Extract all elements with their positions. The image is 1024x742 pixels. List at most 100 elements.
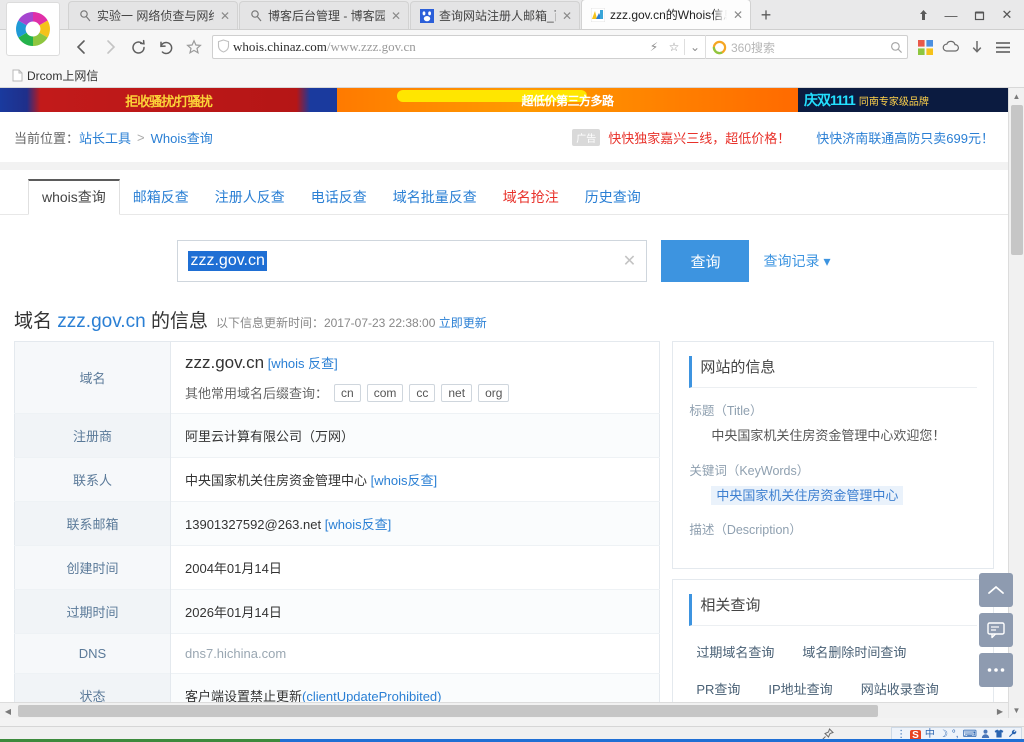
site-info-card: 网站的信息 标题（Title） 中央国家机关住房资金管理中心欢迎您！ 关键词（K… <box>672 341 994 569</box>
whois-reverse-link[interactable]: [whois反查] <box>371 473 437 488</box>
page-tab-history[interactable]: 历史查询 <box>572 181 654 214</box>
breadcrumb-link-whois[interactable]: Whois查询 <box>151 128 213 147</box>
search-icon[interactable] <box>890 41 903 54</box>
chevron-down-icon[interactable]: ⌄ <box>685 40 705 54</box>
scroll-up-arrow[interactable]: ▲ <box>1009 88 1024 104</box>
close-icon[interactable]: ✕ <box>390 9 402 23</box>
page-tab-batch-reverse[interactable]: 域名批量反查 <box>380 181 490 214</box>
tab-strip: 实验一 网络侦查与网络扫 ✕ 博客后台管理 - 博客园 ✕ 查询网站注册人邮 <box>0 0 1024 56</box>
close-icon[interactable]: ✕ <box>732 8 744 22</box>
title-field-value: 中央国家机关住房资金管理中心欢迎您！ <box>711 428 946 443</box>
top-ad-banner[interactable]: 拒收骚扰/打骚扰 超低价第三方多路 庆双1111 同南专家级品牌 <box>0 88 1008 112</box>
close-icon[interactable]: ✕ <box>561 9 573 23</box>
browser-tab-2[interactable]: 博客后台管理 - 博客园 ✕ <box>239 1 409 29</box>
scroll-left-arrow[interactable]: ◀ <box>0 703 16 718</box>
bookmark-item[interactable]: Drcom上网信 <box>8 66 102 85</box>
browser-tab-3[interactable]: 查询网站注册人邮箱_百度 ✕ <box>410 1 580 29</box>
browser-tab-1[interactable]: 实验一 网络侦查与网络扫 ✕ <box>68 1 238 29</box>
close-icon[interactable]: ✕ <box>219 9 231 23</box>
table-row: DNS dns7.hichina.com <box>14 633 660 674</box>
navigation-bar: whois.chinaz.com/www.zzz.gov.cn ⚡ ☆ ⌄ 36… <box>0 30 1024 64</box>
minimize-button[interactable]: — <box>938 2 964 28</box>
browser-tab-4-active[interactable]: zzz.gov.cn的Whois信息 - ✕ <box>581 0 751 29</box>
related-link-delete-time[interactable]: 域名删除时间查询 <box>795 638 913 665</box>
query-submit-button[interactable]: 查询 <box>661 240 750 282</box>
domain-input-value[interactable]: zzz.gov.cn <box>188 251 267 271</box>
ad-center[interactable]: 超低价第三方多路 <box>337 88 798 112</box>
ad-right[interactable]: 庆双1111 同南专家级品牌 <box>798 88 1008 112</box>
page-tab-email-reverse[interactable]: 邮箱反查 <box>120 181 202 214</box>
browser-search-box[interactable]: 360搜索 <box>705 35 903 59</box>
reload-button[interactable] <box>124 33 152 61</box>
breadcrumb-ads: 广告 快快独家嘉兴三线，超低价格！ 快快济南联通高防只卖699元！ <box>572 128 994 147</box>
wrench-glyph <box>1009 729 1017 738</box>
page-tab-whois[interactable]: whois查询 <box>28 179 120 215</box>
cloud-icon[interactable] <box>938 33 964 61</box>
360-search-icon <box>712 40 727 54</box>
clear-x-icon[interactable]: ✕ <box>612 251 646 271</box>
related-links-list: 过期域名查询 域名删除时间查询 PR查询 IP地址查询 网站收录查询 <box>689 638 977 702</box>
browser-logo[interactable] <box>6 2 60 56</box>
contact-value: 中央国家机关住房资金管理中心 <box>185 473 368 488</box>
url-path: /www.zzz.gov.cn <box>326 39 416 54</box>
close-window-button[interactable]: ✕ <box>994 2 1020 28</box>
ad-left[interactable]: 拒收骚扰/打骚扰 <box>0 88 337 112</box>
expires-value: 2026年01月14日 <box>185 605 282 620</box>
related-link-index[interactable]: 网站收录查询 <box>854 675 946 702</box>
breadcrumb-bar: 当前位置： 站长工具 > Whois查询 广告 快快独家嘉兴三线，超低价格！ 快… <box>0 112 1008 162</box>
scroll-right-arrow[interactable]: ▶ <box>992 703 1008 718</box>
update-now-link[interactable]: 立即更新 <box>439 316 487 330</box>
breadcrumb-link-tools[interactable]: 站长工具 <box>79 128 131 147</box>
vertical-scroll-thumb[interactable] <box>1011 105 1023 255</box>
back-button[interactable] <box>68 33 96 61</box>
row-key: DNS <box>14 633 171 674</box>
suffix-org[interactable]: org <box>478 383 510 402</box>
keywords-field-value: 中央国家机关住房资金管理中心 <box>689 485 977 506</box>
update-time-text: 以下信息更新时间：2017-07-23 22:38:00 立即更新 <box>216 314 487 331</box>
back-arrow-icon <box>76 40 85 54</box>
page-tab-domain-grab[interactable]: 域名抢注 <box>490 181 572 214</box>
apps-grid-glyph <box>917 39 933 55</box>
page-tab-phone-reverse[interactable]: 电话反查 <box>298 181 380 214</box>
related-link-expired-domain[interactable]: 过期域名查询 <box>689 638 781 665</box>
apps-grid-icon[interactable] <box>912 33 938 61</box>
scroll-down-arrow[interactable]: ▼ <box>1009 702 1024 718</box>
star-icon[interactable]: ☆ <box>664 40 684 54</box>
cloud-glyph <box>942 40 959 52</box>
related-link-pr[interactable]: PR查询 <box>689 675 747 702</box>
forward-button[interactable] <box>96 33 124 61</box>
chinaz-icon <box>591 7 605 22</box>
ad-text-red[interactable]: 快快独家嘉兴三线，超低价格！ <box>608 128 790 147</box>
ad-text-blue[interactable]: 快快济南联通高防只卖699元！ <box>816 128 994 147</box>
table-row: 联系邮箱 13901327592@263.net [whois反查] <box>14 501 660 546</box>
new-tab-button[interactable]: + <box>752 1 780 29</box>
related-queries-title: 相关查询 <box>689 594 977 626</box>
suffix-net[interactable]: net <box>441 383 473 402</box>
menu-icon[interactable] <box>990 33 1016 61</box>
undo-icon <box>159 40 172 54</box>
whois-reverse-link[interactable]: [whois反查] <box>325 517 391 532</box>
scroll-to-top-button[interactable] <box>979 573 1013 607</box>
query-history-dropdown[interactable]: 查询记录 ▾ <box>763 251 830 271</box>
horizontal-scrollbar[interactable]: ◀ ▶ <box>0 702 1008 718</box>
page-title: 域名 zzz.gov.cn 的信息 <box>14 306 208 333</box>
page-tab-registrant-reverse[interactable]: 注册人反查 <box>202 181 298 214</box>
whois-reverse-link[interactable]: [whois 反查] <box>268 356 338 371</box>
restore-session-icon[interactable] <box>910 2 936 28</box>
maximize-button[interactable] <box>966 2 992 28</box>
bookmark-star-button[interactable] <box>180 33 208 61</box>
suffix-cn[interactable]: cn <box>334 383 361 402</box>
lightning-icon[interactable]: ⚡ <box>644 40 664 54</box>
suffix-com[interactable]: com <box>366 383 404 402</box>
home-undo-button[interactable] <box>152 33 180 61</box>
suffix-cc[interactable]: cc <box>409 383 436 402</box>
more-button[interactable] <box>979 653 1013 687</box>
domain-input-wrapper[interactable]: zzz.gov.cn ✕ <box>177 240 648 282</box>
related-link-ip[interactable]: IP地址查询 <box>761 675 839 702</box>
address-bar[interactable]: whois.chinaz.com/www.zzz.gov.cn ⚡ ☆ ⌄ 36… <box>212 35 908 59</box>
horizontal-scroll-thumb[interactable] <box>18 705 878 717</box>
domain-value: zzz.gov.cn <box>185 353 265 372</box>
feedback-button[interactable] <box>979 613 1013 647</box>
whois-table: 域名 zzz.gov.cn [whois 反查] 其他常用域名后缀查询： cn … <box>14 341 661 718</box>
download-icon[interactable] <box>964 33 990 61</box>
